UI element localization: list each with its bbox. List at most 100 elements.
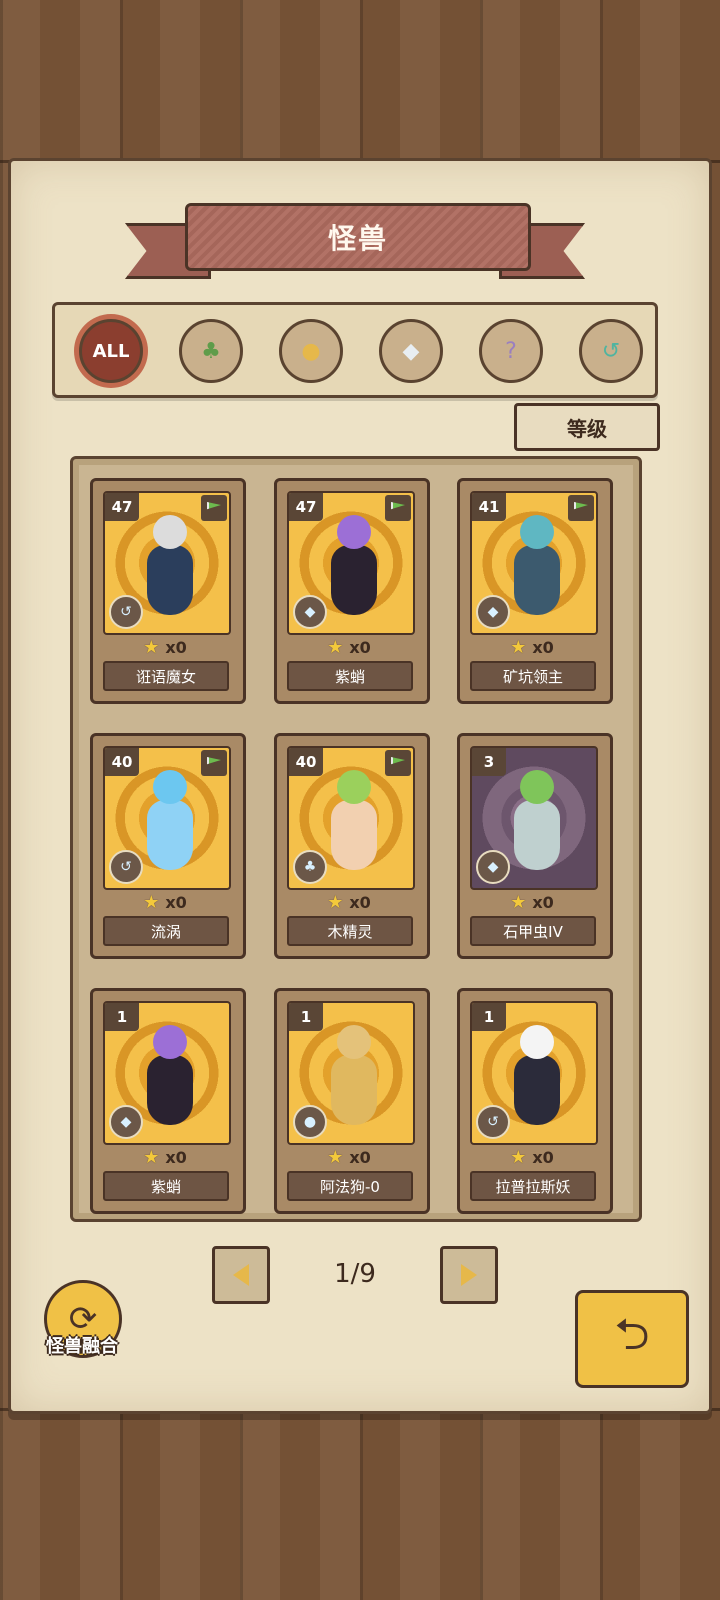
star-icon: ★ — [327, 636, 344, 658]
crystal-icon: ◆ — [293, 595, 327, 629]
paw-icon: ● — [293, 1105, 327, 1139]
monster-level-badge: 1 — [105, 1003, 139, 1031]
monster-head — [337, 1025, 371, 1059]
monster-figure — [510, 515, 564, 619]
monster-body — [514, 545, 560, 615]
monster-portrait: 40 ↺ — [103, 746, 231, 890]
monster-level-badge: 47 — [105, 493, 139, 521]
prev-page-button[interactable] — [212, 1246, 270, 1304]
monster-figure — [327, 1025, 381, 1129]
monster-card[interactable]: 47 ◆ ★ x0 紫蛸 — [274, 478, 430, 704]
monster-fusion-button[interactable]: ⟳ 怪兽融合 — [34, 1280, 130, 1366]
monster-name: 矿坑领主 — [470, 661, 596, 691]
star-icon: ★ — [327, 1146, 344, 1168]
monster-count-value: x0 — [349, 1147, 371, 1167]
monster-figure — [327, 770, 381, 874]
monster-count-value: x0 — [532, 892, 554, 912]
leaf-icon: ♣ — [293, 850, 327, 884]
monster-level-badge: 47 — [289, 493, 323, 521]
rune-icon: ↺ — [109, 850, 143, 884]
chevron-left-icon — [233, 1264, 249, 1286]
monster-head — [153, 1025, 187, 1059]
monster-name: 流涡 — [103, 916, 229, 946]
monster-card[interactable]: 1 ◆ ★ x0 紫蛸 — [90, 988, 246, 1214]
monster-level-badge: 40 — [289, 748, 323, 776]
monster-name: 诳语魔女 — [103, 661, 229, 691]
monster-portrait: 3 ◆ — [470, 746, 598, 890]
monster-portrait: 47 ↺ — [103, 491, 231, 635]
monster-card[interactable]: 41 ◆ ★ x0 矿坑领主 — [457, 478, 613, 704]
monster-body — [147, 800, 193, 870]
monster-portrait: 1 ● — [287, 1001, 415, 1145]
star-icon: ★ — [510, 1146, 527, 1168]
back-button[interactable]: ⮌ — [575, 1290, 689, 1388]
monster-card[interactable]: 47 ↺ ★ x0 诳语魔女 — [90, 478, 246, 704]
flag-icon — [201, 495, 227, 521]
monster-card[interactable]: 1 ● ★ x0 阿法狗-0 — [274, 988, 430, 1214]
monster-card[interactable]: 1 ↺ ★ x0 拉普拉斯妖 — [457, 988, 613, 1214]
monster-figure — [143, 515, 197, 619]
star-icon: ★ — [327, 891, 344, 913]
flag-icon — [201, 750, 227, 776]
monster-figure — [510, 1025, 564, 1129]
sort-by-level-button[interactable]: 等级 — [514, 403, 660, 451]
monster-figure — [510, 770, 564, 874]
flag-icon — [568, 495, 594, 521]
monster-portrait: 40 ♣ — [287, 746, 415, 890]
monster-count: ★ x0 — [470, 891, 594, 913]
monster-figure — [143, 770, 197, 874]
monster-count-value: x0 — [349, 892, 371, 912]
monster-card[interactable]: 40 ↺ ★ x0 流涡 — [90, 733, 246, 959]
title-ribbon: 怪兽 — [125, 195, 585, 285]
star-icon: ★ — [510, 636, 527, 658]
monster-head — [337, 515, 371, 549]
rune-icon: ↺ — [476, 1105, 510, 1139]
monster-portrait: 47 ◆ — [287, 491, 415, 635]
crystal-icon: ◆ — [109, 1105, 143, 1139]
filter-paw-button[interactable]: ● — [279, 319, 343, 383]
monster-card[interactable]: 3 ◆ ★ x0 石甲虫IV — [457, 733, 613, 959]
monster-name: 阿法狗-0 — [287, 1171, 413, 1201]
filter-all-button[interactable]: ALL — [79, 319, 143, 383]
monster-count: ★ x0 — [470, 636, 594, 658]
monster-head — [520, 1025, 554, 1059]
monster-count: ★ x0 — [287, 1146, 411, 1168]
monster-head — [520, 770, 554, 804]
filter-all-label: ALL — [92, 340, 130, 362]
leaf-icon: ♣ — [201, 338, 221, 364]
monster-count-value: x0 — [165, 637, 187, 657]
monster-body — [514, 800, 560, 870]
flag-icon — [385, 750, 411, 776]
monster-portrait: 1 ◆ — [103, 1001, 231, 1145]
monster-body — [514, 1055, 560, 1125]
star-icon: ★ — [143, 891, 160, 913]
question-icon: ? — [505, 338, 517, 364]
crystal-icon: ◆ — [402, 338, 420, 364]
filter-unknown-button[interactable]: ? — [479, 319, 543, 383]
monster-card[interactable]: 40 ♣ ★ x0 木精灵 — [274, 733, 430, 959]
filter-crystal-button[interactable]: ◆ — [379, 319, 443, 383]
monster-head — [153, 770, 187, 804]
monster-count: ★ x0 — [103, 891, 227, 913]
fusion-label: 怪兽融合 — [46, 1336, 118, 1357]
monster-head — [153, 515, 187, 549]
monster-body — [147, 545, 193, 615]
chevron-right-icon — [461, 1264, 477, 1286]
monster-body — [331, 545, 377, 615]
next-page-button[interactable] — [440, 1246, 498, 1304]
monster-count: ★ x0 — [470, 1146, 594, 1168]
monster-level-badge: 41 — [472, 493, 506, 521]
crystal-icon: ◆ — [476, 850, 510, 884]
monster-count: ★ x0 — [287, 636, 411, 658]
monster-body — [331, 800, 377, 870]
filter-leaf-button[interactable]: ♣ — [179, 319, 243, 383]
filter-rune-button[interactable]: ↺ — [579, 319, 643, 383]
rune-icon: ↺ — [109, 595, 143, 629]
monster-name: 紫蛸 — [103, 1171, 229, 1201]
filter-bar: ALL ♣ ● ◆ ? ↺ — [52, 302, 658, 398]
star-icon: ★ — [510, 891, 527, 913]
monster-level-badge: 3 — [472, 748, 506, 776]
crystal-icon: ◆ — [476, 595, 510, 629]
monster-name: 紫蛸 — [287, 661, 413, 691]
monster-portrait: 1 ↺ — [470, 1001, 598, 1145]
